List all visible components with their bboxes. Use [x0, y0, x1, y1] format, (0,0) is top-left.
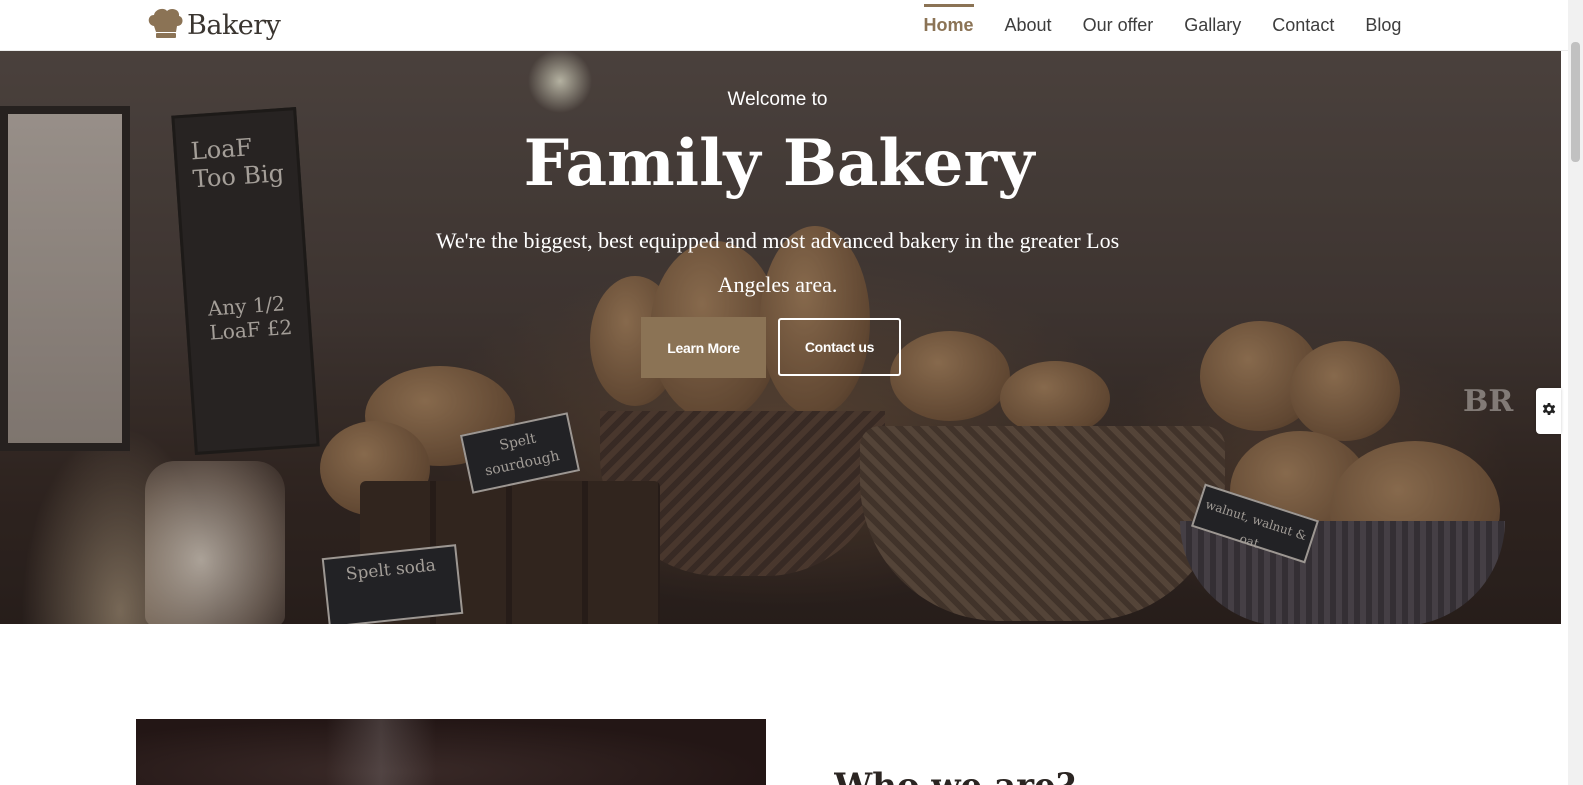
settings-toggle-button[interactable] [1536, 388, 1561, 434]
nav-item-blog[interactable]: Blog [1350, 0, 1417, 51]
brand-name: Bakery [187, 10, 281, 41]
gear-icon [1541, 401, 1557, 422]
nav-item-gallery[interactable]: Gallary [1169, 0, 1257, 51]
site-header: Bakery Home About Our offer Gallary Cont… [0, 0, 1568, 51]
hero-title: Family Bakery [523, 126, 1035, 201]
brand-logo[interactable]: Bakery [146, 6, 281, 45]
nav-item-our-offer[interactable]: Our offer [1067, 0, 1169, 51]
learn-more-button[interactable]: Learn More [641, 317, 766, 378]
scrollbar-thumb[interactable] [1571, 42, 1580, 162]
hero-welcome: Welcome to [727, 89, 828, 110]
hero-lead: We're the biggest, best equipped and mos… [435, 228, 1120, 297]
hero-section: LoaF Too Big Any 1/2 LoaF £2 Spelt sourd… [0, 51, 1561, 624]
about-heading: Who we are? [834, 764, 1076, 785]
contact-us-button[interactable]: Contact us [778, 318, 901, 376]
main-nav: Home About Our offer Gallary Contact Blo… [908, 0, 1417, 51]
nav-item-about[interactable]: About [989, 0, 1067, 51]
chef-hat-icon [146, 6, 184, 45]
nav-item-contact[interactable]: Contact [1257, 0, 1350, 51]
about-image [136, 719, 766, 785]
nav-item-home[interactable]: Home [908, 0, 989, 51]
